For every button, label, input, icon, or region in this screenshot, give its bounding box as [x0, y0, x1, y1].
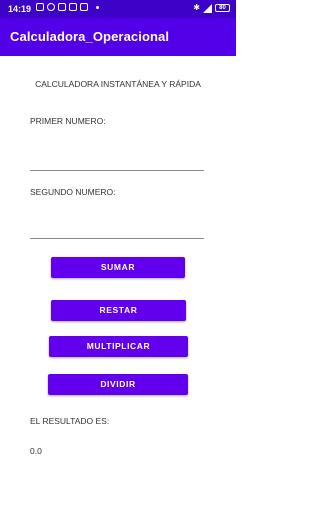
system-icons: ✱ 80 [193, 3, 230, 13]
more-notifications-dot-icon [96, 5, 99, 9]
notification-icons [36, 3, 99, 11]
bluetooth-icon: ✱ [193, 3, 200, 12]
signal-icon [203, 3, 212, 13]
instagram-icon [58, 3, 66, 11]
messenger-icon [80, 3, 88, 11]
first-number-label: PRIMER NUMERO: [30, 116, 106, 126]
facebook-icon [69, 3, 77, 11]
second-number-label: SEGUNDO NUMERO: [30, 187, 116, 197]
status-bar: 14:19 ✱ 80 [0, 0, 236, 18]
page-subtitle: CALCULADORA INSTANTÁNEA Y RÁPIDA [35, 79, 201, 89]
battery-icon: 80 [215, 4, 230, 12]
second-number-input[interactable] [30, 213, 204, 239]
notification-p-icon [47, 3, 55, 11]
first-number-input[interactable] [30, 145, 204, 171]
status-time: 14:19 [8, 4, 32, 14]
app-bar: Calculadora_Operacional [0, 18, 236, 56]
subtract-button[interactable]: RESTAR [51, 300, 186, 321]
multiply-button[interactable]: MULTIPLICAR [49, 336, 188, 357]
result-value: 0.0 [30, 446, 42, 456]
notification-app-icon [36, 3, 44, 11]
divide-button[interactable]: DIVIDIR [48, 374, 188, 395]
sum-button[interactable]: SUMAR [51, 257, 185, 278]
result-label: EL RESULTADO ES: [30, 416, 110, 426]
app-title: Calculadora_Operacional [10, 29, 170, 44]
